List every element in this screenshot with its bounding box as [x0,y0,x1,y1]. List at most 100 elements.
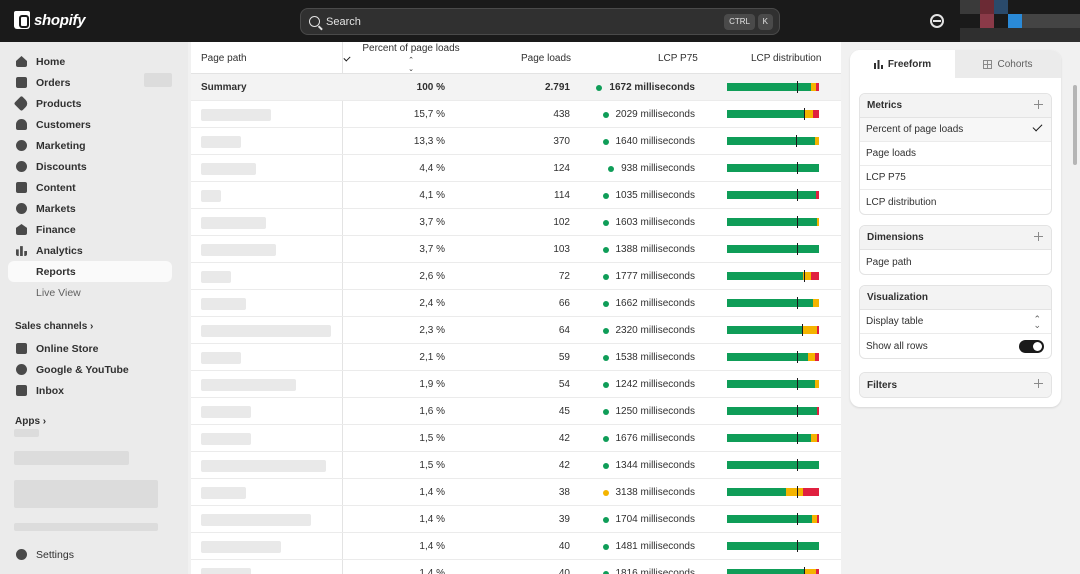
sidebar-item-finance[interactable]: Finance [8,219,172,240]
visualization-select[interactable]: Display table ⌃ ⌄ [860,310,1051,334]
app-item-blur [14,451,129,465]
sidebar-item-analytics[interactable]: Analytics [8,240,172,261]
table-row[interactable]: 2,3 % 64 2320 milliseconds [191,317,841,344]
page-path-blur [201,244,276,256]
sidebar-item-customers[interactable]: Customers [8,114,172,135]
percent-cell: 1,4 % [419,568,445,574]
visualization-value: Display table [866,316,924,327]
add-filter-icon[interactable] [1034,379,1043,388]
distribution-segment-good [727,110,806,118]
summary-row[interactable]: Summary 100 % 2.791 1672 milliseconds [191,74,841,101]
table-row[interactable]: 4,1 % 114 1035 milliseconds [191,182,841,209]
page-path-blur [201,568,251,574]
lcp-distribution-bar [727,81,819,93]
tab-label: Cohorts [997,58,1033,70]
col-header-page-loads[interactable]: Page loads [521,42,571,74]
add-dimension-icon[interactable] [1034,232,1043,241]
lcp-value: 3138 milliseconds [615,487,696,498]
page-path-blur [201,487,246,499]
table-row[interactable]: 1,4 % 40 1816 milliseconds [191,560,841,574]
table-row[interactable]: 3,7 % 103 1388 milliseconds [191,236,841,263]
apps-header[interactable]: Apps › [15,416,46,427]
distribution-segment-poor [817,515,819,523]
dimension-item[interactable]: Page path [860,250,1051,274]
distribution-segment-poor [816,569,819,574]
distribution-segment-needs-improvement [804,569,817,574]
distribution-segment-good [727,83,811,91]
col-header-percent[interactable]: Percent of page loads ⌃ ⌄ [361,42,461,74]
sidebar-item-reports[interactable]: Reports [8,261,172,282]
percent-cell: 1,4 % [419,541,445,552]
lcp-p75-cell: 1640 milliseconds [602,128,695,155]
sidebar-item-online-store[interactable]: Online Store [8,338,172,359]
lcp-status-dot [602,246,609,253]
sidebar-item-discounts[interactable]: Discounts [8,156,172,177]
table-row[interactable]: 15,7 % 438 2029 milliseconds [191,101,841,128]
sales-channels-label: Sales channels [15,321,88,332]
grid-icon [983,59,993,69]
col-header-page-path[interactable]: Page path [201,42,247,74]
store-account-blur[interactable] [960,0,1080,42]
sidebar-item-google-youtube[interactable]: Google & YouTube [8,359,172,380]
lcp-status-dot [608,165,615,172]
sidebar-item-markets[interactable]: Markets [8,198,172,219]
metric-item[interactable]: Percent of page loads [860,118,1051,142]
sidebar-item-label: Settings [36,548,74,561]
table-row[interactable]: 1,4 % 38 3138 milliseconds [191,479,841,506]
metric-item[interactable]: LCP P75 [860,166,1051,190]
lcp-status-dot [602,408,609,415]
table-row[interactable]: 1,9 % 54 1242 milliseconds [191,371,841,398]
sidebar-item-settings[interactable]: Settings [8,544,172,565]
metric-item[interactable]: Page loads [860,142,1051,166]
lcp-p75-cell: 1481 milliseconds [602,533,695,560]
sidebar-item-marketing[interactable]: Marketing [8,135,172,156]
table-row[interactable]: 1,5 % 42 1676 milliseconds [191,425,841,452]
table-row[interactable]: 1,4 % 40 1481 milliseconds [191,533,841,560]
percent-cell: 100 % [416,82,445,93]
table-row[interactable]: 4,4 % 124 938 milliseconds [191,155,841,182]
table-row[interactable]: 1,6 % 45 1250 milliseconds [191,398,841,425]
sidebar-item-inbox[interactable]: Inbox [8,380,172,401]
tab-cohorts[interactable]: Cohorts [955,50,1061,78]
tab-freeform[interactable]: Freeform [850,50,955,78]
distribution-segment-good [727,569,805,574]
sidebar-item-label: Content [36,181,76,194]
lcp-value: 1603 milliseconds [615,217,696,228]
report-table: Page path Percent of page loads ⌃ ⌄ Page … [191,42,841,574]
sort-icon: ⌃ ⌄ [408,56,414,73]
lcp-p75-cell: 1816 milliseconds [602,560,695,574]
distribution-segment-poor [803,488,819,496]
lcp-value: 1777 milliseconds [615,271,696,282]
percent-cell: 2,3 % [419,325,445,336]
sidebar-item-home[interactable]: Home [8,51,172,72]
table-row[interactable]: 2,6 % 72 1777 milliseconds [191,263,841,290]
sidebar-item-products[interactable]: Products [8,93,172,114]
distribution-segment-needs-improvement [802,326,818,334]
filters-header[interactable]: Filters [860,373,1051,397]
percent-cell: 1,5 % [419,460,445,471]
sales-channels-header[interactable]: Sales channels › [15,321,93,332]
table-row[interactable]: 3,7 % 102 1603 milliseconds [191,209,841,236]
sidekick-icon[interactable] [930,14,944,28]
distribution-segment-needs-improvement [815,380,819,388]
lcp-status-dot [602,435,609,442]
p75-marker [804,108,806,120]
distribution-segment-poor [817,407,819,415]
col-header-lcp-p75[interactable]: LCP P75 [658,42,698,74]
gear-icon [16,549,27,560]
table-row[interactable]: 13,3 % 370 1640 milliseconds [191,128,841,155]
sidebar-item-live-view[interactable]: Live View [8,282,172,303]
table-row[interactable]: 1,5 % 42 1344 milliseconds [191,452,841,479]
table-row[interactable]: 2,4 % 66 1662 milliseconds [191,290,841,317]
lcp-value: 1672 milliseconds [609,82,695,93]
show-all-rows-toggle[interactable] [1019,340,1044,353]
sidebar-item-content[interactable]: Content [8,177,172,198]
add-metric-icon[interactable] [1034,100,1043,109]
shopify-logo[interactable]: shopify [14,11,86,29]
table-row[interactable]: 2,1 % 59 1538 milliseconds [191,344,841,371]
metric-item[interactable]: LCP distribution [860,190,1051,214]
table-row[interactable]: 1,4 % 39 1704 milliseconds [191,506,841,533]
search-input[interactable]: Search CTRL K [300,8,780,35]
page-scrollbar[interactable] [1073,85,1077,165]
col-header-lcp-distribution[interactable]: LCP distribution [751,42,821,74]
